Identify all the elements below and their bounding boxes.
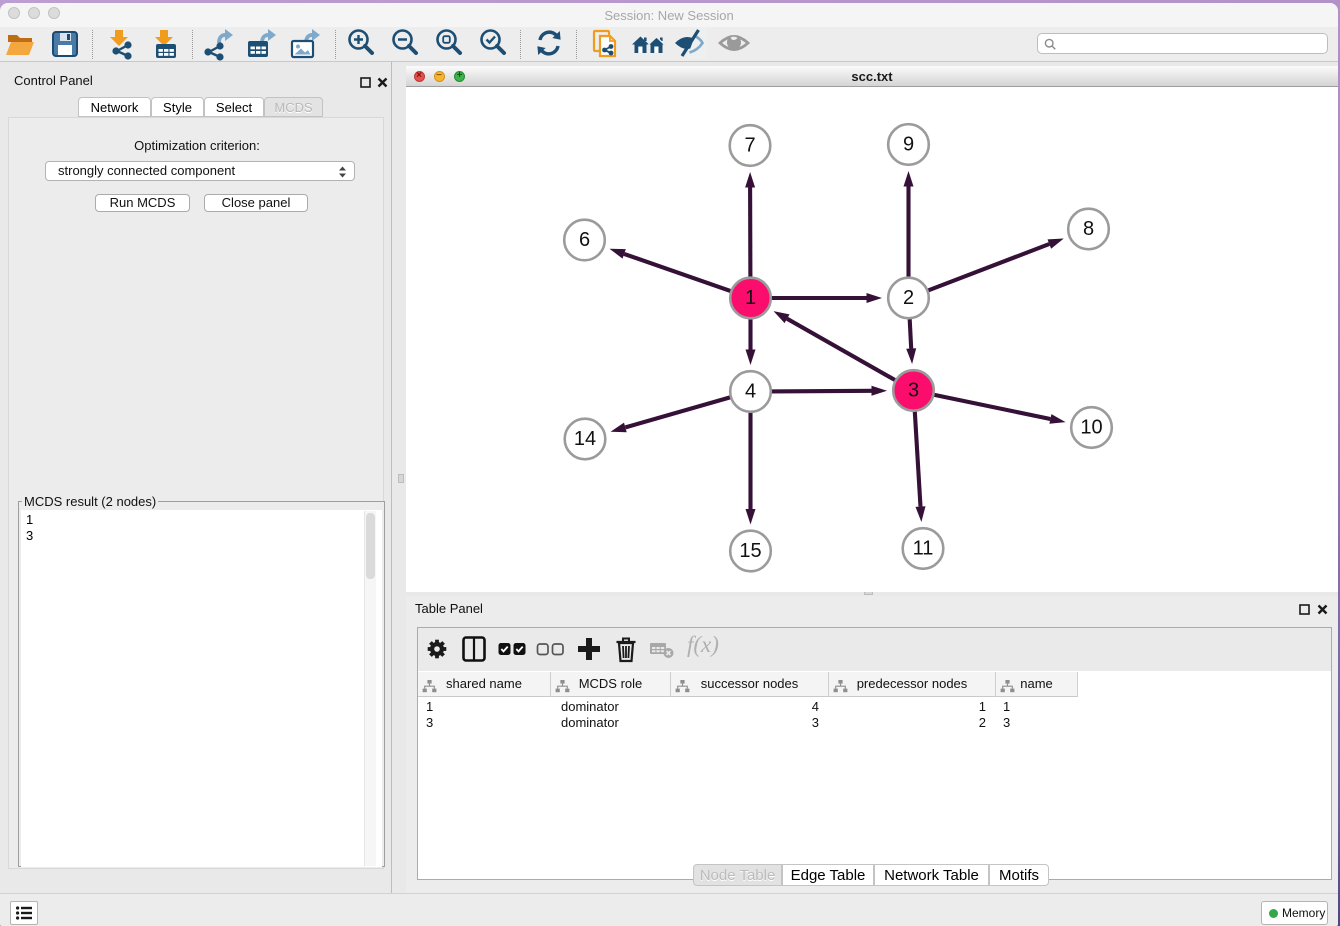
svg-text:6: 6 [579,229,590,251]
svg-text:8: 8 [1083,218,1094,240]
svg-text:2: 2 [903,287,914,309]
svg-text:4: 4 [745,381,756,403]
svg-text:1: 1 [745,287,756,309]
svg-text:11: 11 [913,538,934,560]
svg-text:9: 9 [903,134,914,156]
svg-text:10: 10 [1080,417,1102,439]
svg-text:3: 3 [908,380,919,402]
svg-text:14: 14 [574,428,596,450]
svg-text:15: 15 [739,540,761,562]
svg-text:7: 7 [744,135,755,157]
